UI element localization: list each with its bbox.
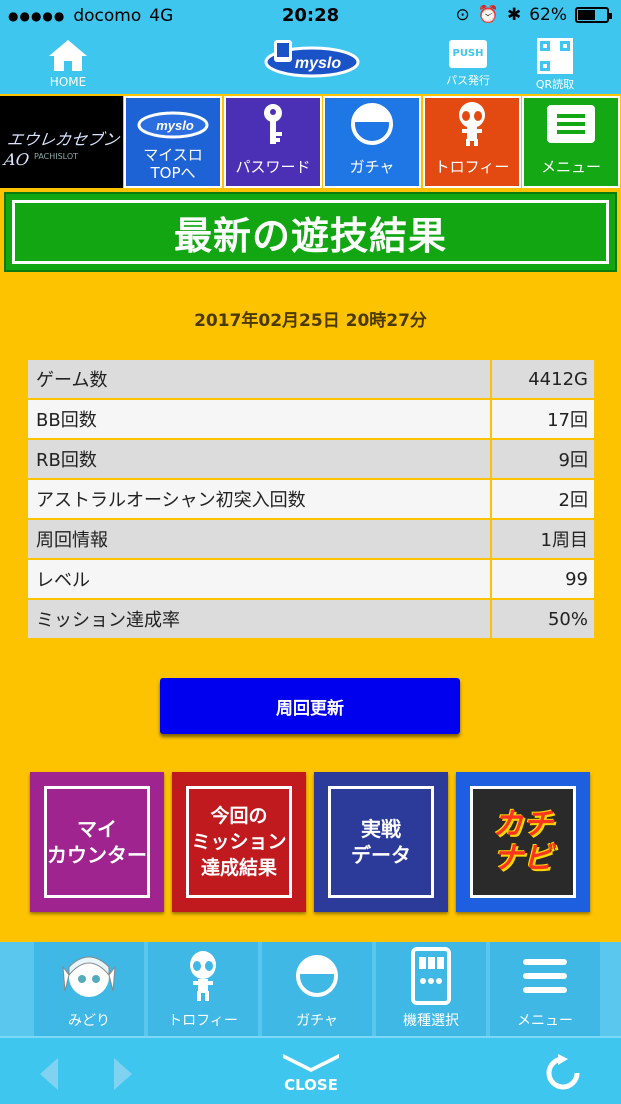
row-value: 9回 (490, 440, 594, 478)
key-icon (264, 104, 282, 144)
tile-label: ガチャ (349, 158, 395, 176)
tab-label: 機種選択 (403, 1013, 459, 1029)
status-bar: ●●●●● docomo 4G 20:28 ⊙ ⏰ ✱ 62% (0, 0, 621, 32)
shortcut-row: エウレカセブンAO PACHISLOT myslo マイスロ TOPへ パスワー… (0, 96, 621, 188)
latest-result-banner: 最新の遊技結果 (4, 192, 617, 272)
battle-data-button[interactable]: 実戦 データ (314, 772, 448, 912)
bottom-tab-bar: みどり トロフィー ガチャ 機種選択 メニュー (0, 942, 621, 1036)
tile-label: マイスロ TOPへ (143, 146, 203, 182)
row-label: アストラルオーシャン初突入回数 (28, 480, 490, 518)
row-value: 1周目 (490, 520, 594, 558)
table-row: アストラルオーシャン初突入回数 2回 (28, 480, 594, 520)
bluetooth-icon: ✱ (506, 5, 522, 25)
tile-label: パスワード (235, 158, 311, 176)
row-label: レベル (28, 560, 490, 598)
alarm-icon: ⏰ (477, 5, 499, 25)
row-value: 99 (490, 560, 594, 598)
home-label: HOME (49, 75, 87, 89)
tile-password[interactable]: パスワード (224, 96, 322, 188)
forward-arrow-icon[interactable] (112, 1056, 134, 1092)
table-row: ゲーム数 4412G (28, 360, 594, 400)
tile-label: 実戦 データ (328, 786, 434, 898)
mission-result-button[interactable]: 今回の ミッション 達成結果 (172, 772, 306, 912)
character-icon (62, 956, 116, 997)
kachi-navi-button[interactable]: カチ ナビ (456, 772, 590, 912)
tab-label: トロフィー (168, 1013, 238, 1029)
table-row: 周回情報 1周目 (28, 520, 594, 560)
kachi-navi-frame: カチ ナビ (470, 786, 576, 898)
table-row: レベル 99 (28, 560, 594, 600)
rotation-lock-icon: ⊙ (455, 5, 470, 25)
tab-label: ガチャ (296, 1013, 338, 1029)
tab-menu[interactable]: メニュー (490, 942, 600, 1036)
menu-icon (523, 959, 567, 993)
qr-read-label: QR読取 (535, 78, 575, 91)
capsule-icon (296, 955, 338, 997)
browser-footer: CLOSE (0, 1036, 621, 1104)
top-nav: HOME myslo PUSH パス発行 QR読取 (0, 32, 621, 94)
tile-label: メニュー (540, 158, 601, 176)
result-table: ゲーム数 4412G BB回数 17回 RB回数 9回 アストラルオーシャン初突入回数… (28, 360, 594, 640)
tab-label: メニュー (517, 1013, 573, 1029)
tile-menu[interactable]: メニュー (522, 96, 620, 188)
back-arrow-icon[interactable] (38, 1056, 60, 1092)
tile-label: トロフィー (434, 158, 510, 176)
tab-gacha[interactable]: ガチャ (262, 942, 372, 1036)
tab-machine-select[interactable]: 機種選択 (376, 942, 486, 1036)
myslo-logo-icon: myslo (137, 111, 209, 139)
tab-trophy[interactable]: トロフィー (148, 942, 258, 1036)
myslo-logo[interactable]: myslo (262, 38, 362, 82)
game-logo: エウレカセブンAO PACHISLOT (0, 96, 123, 188)
battery-icon (575, 7, 612, 23)
my-counter-button[interactable]: マイ カウンター (30, 772, 164, 912)
pass-issue-button[interactable]: PUSH パス発行 (440, 40, 496, 88)
kachi-navi-label: カチ ナビ (493, 807, 553, 876)
game-subtitle: PACHISLOT (34, 152, 79, 161)
table-row: RB回数 9回 (28, 440, 594, 480)
game-title: エウレカセブンAO (2, 130, 121, 169)
row-label: ゲーム数 (28, 360, 490, 398)
pass-issue-label: パス発行 (446, 74, 490, 87)
alien-icon (459, 102, 485, 146)
menu-icon (547, 105, 595, 143)
row-value: 2回 (490, 480, 594, 518)
push-icon: PUSH (449, 40, 487, 68)
tile-myslo-top[interactable]: myslo マイスロ TOPへ (124, 96, 222, 188)
close-button[interactable]: CLOSE (280, 1054, 342, 1094)
home-icon (49, 40, 87, 71)
alien-icon (190, 951, 216, 1001)
qr-code-icon (537, 38, 573, 74)
tile-label: 今回の ミッション 達成結果 (186, 786, 292, 898)
qr-read-button[interactable]: QR読取 (527, 38, 583, 92)
svg-text:myslo: myslo (156, 118, 194, 133)
tile-label: マイ カウンター (44, 786, 150, 898)
row-value: 4412G (490, 360, 594, 398)
banner-title: 最新の遊技結果 (12, 200, 609, 264)
row-value: 17回 (490, 400, 594, 438)
chevron-down-icon (283, 1054, 339, 1072)
close-label: CLOSE (284, 1076, 338, 1094)
row-label: RB回数 (28, 440, 490, 478)
row-value: 50% (490, 600, 594, 638)
play-date: 2017年02月25日 20時27分 (194, 311, 427, 331)
tile-gacha[interactable]: ガチャ (323, 96, 421, 188)
reload-icon[interactable] (544, 1054, 582, 1092)
row-label: BB回数 (28, 400, 490, 438)
logo-text: myslo (295, 55, 341, 72)
row-label: 周回情報 (28, 520, 490, 558)
home-button[interactable]: HOME (40, 38, 96, 89)
capsule-icon (351, 103, 393, 145)
table-row: BB回数 17回 (28, 400, 594, 440)
tab-midori[interactable]: みどり (34, 942, 144, 1036)
tab-label: みどり (68, 1013, 110, 1029)
battery-percent: 62% (529, 5, 567, 25)
table-row: ミッション達成率 50% (28, 600, 594, 640)
row-label: ミッション達成率 (28, 600, 490, 638)
tile-trophy[interactable]: トロフィー (423, 96, 521, 188)
slot-machine-icon (411, 947, 451, 1005)
lap-update-button[interactable]: 周回更新 (160, 678, 460, 734)
